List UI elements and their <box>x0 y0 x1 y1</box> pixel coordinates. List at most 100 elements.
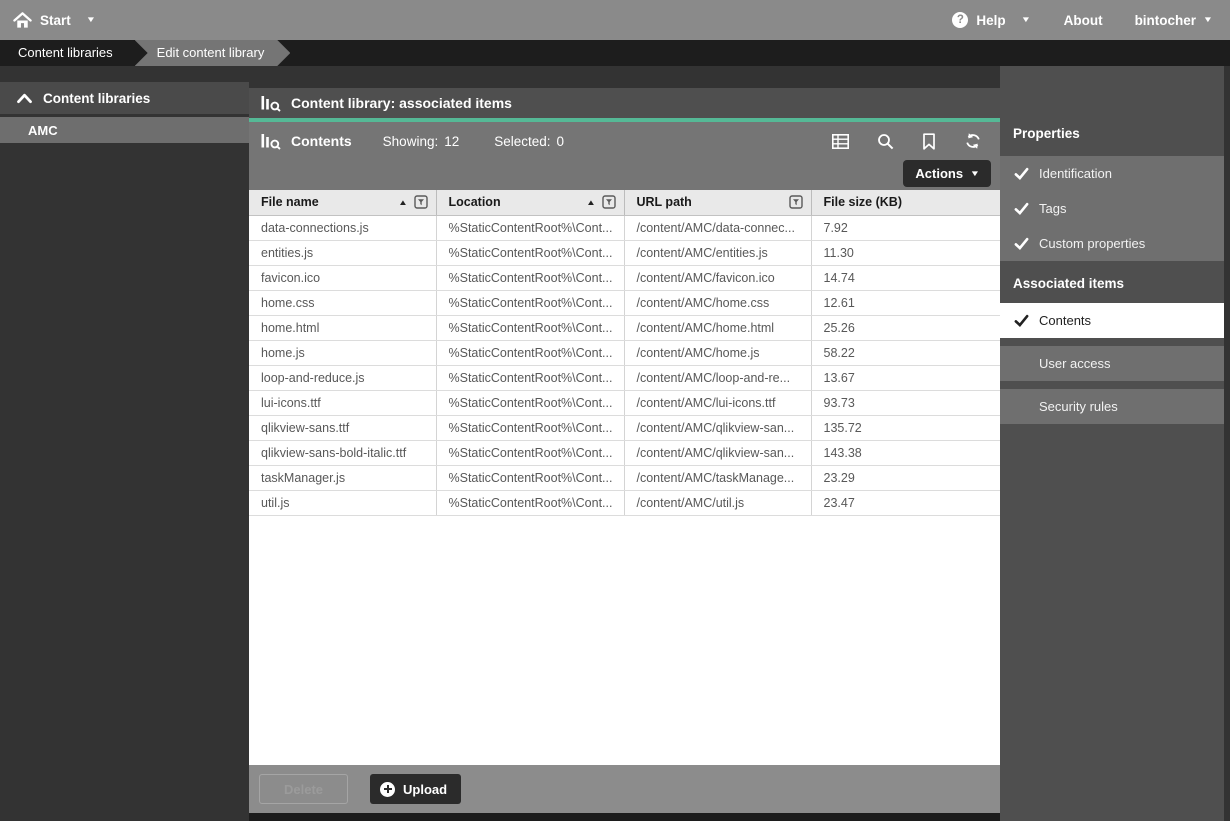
table-cell-file-size[interactable]: 135.72 <box>811 415 1000 440</box>
table-cell-location[interactable]: %StaticContentRoot%\Cont... <box>436 240 624 265</box>
sidebar-item-amc[interactable]: AMC <box>0 117 249 143</box>
table-cell-file-size[interactable]: 58.22 <box>811 340 1000 365</box>
table-row[interactable]: lui-icons.ttf%StaticContentRoot%\Cont...… <box>249 390 1000 415</box>
main-panel: Content library: associated items Conten… <box>249 66 1000 821</box>
table-cell-url-path[interactable]: /content/AMC/lui-icons.ttf <box>624 390 811 415</box>
help-menu[interactable]: ? Help ▼ <box>952 12 1029 28</box>
sidebar-item-security-rules[interactable]: Security rules <box>1000 389 1224 424</box>
user-menu[interactable]: bintocher ▼ <box>1135 13 1212 28</box>
table-row[interactable]: entities.js%StaticContentRoot%\Cont.../c… <box>249 240 1000 265</box>
table-cell-url-path[interactable]: /content/AMC/data-connec... <box>624 215 811 240</box>
table-cell-file-name[interactable]: taskManager.js <box>249 465 436 490</box>
table-cell-file-size[interactable]: 93.73 <box>811 390 1000 415</box>
column-header-location[interactable]: Location ▲ <box>436 190 624 215</box>
table-row[interactable]: loop-and-reduce.js%StaticContentRoot%\Co… <box>249 365 1000 390</box>
table-row[interactable]: taskManager.js%StaticContentRoot%\Cont..… <box>249 465 1000 490</box>
table-row[interactable]: home.js%StaticContentRoot%\Cont.../conte… <box>249 340 1000 365</box>
table-cell-url-path[interactable]: /content/AMC/qlikview-san... <box>624 415 811 440</box>
table-cell-location[interactable]: %StaticContentRoot%\Cont... <box>436 290 624 315</box>
sidebar-item-user-access[interactable]: User access <box>1000 346 1224 381</box>
upload-button[interactable]: Upload <box>370 774 461 804</box>
start-menu[interactable]: Start ▼ <box>0 11 95 29</box>
about-link[interactable]: About <box>1064 13 1103 28</box>
actions-button[interactable]: Actions ▼ <box>903 160 991 187</box>
table-cell-location[interactable]: %StaticContentRoot%\Cont... <box>436 490 624 515</box>
table-cell-file-name[interactable]: lui-icons.ttf <box>249 390 436 415</box>
column-header-file-size[interactable]: File size (KB) <box>811 190 1000 215</box>
table-row[interactable]: home.css%StaticContentRoot%\Cont.../cont… <box>249 290 1000 315</box>
table-cell-file-name[interactable]: qlikview-sans.ttf <box>249 415 436 440</box>
table-cell-location[interactable]: %StaticContentRoot%\Cont... <box>436 340 624 365</box>
table-cell-file-size[interactable]: 11.30 <box>811 240 1000 265</box>
table-cell-url-path[interactable]: /content/AMC/home.js <box>624 340 811 365</box>
table-cell-location[interactable]: %StaticContentRoot%\Cont... <box>436 415 624 440</box>
table-cell-file-name[interactable]: home.html <box>249 315 436 340</box>
table-cell-file-name[interactable]: home.js <box>249 340 436 365</box>
table-cell-location[interactable]: %StaticContentRoot%\Cont... <box>436 440 624 465</box>
sidebar-item-identification[interactable]: Identification <box>1000 156 1224 191</box>
table-cell-file-size[interactable]: 7.92 <box>811 215 1000 240</box>
table-cell-file-name[interactable]: util.js <box>249 490 436 515</box>
table-cell-file-name[interactable]: qlikview-sans-bold-italic.ttf <box>249 440 436 465</box>
showing-count: Showing: 12 <box>383 134 460 149</box>
table-cell-location[interactable]: %StaticContentRoot%\Cont... <box>436 365 624 390</box>
table-cell-file-name[interactable]: home.css <box>249 290 436 315</box>
table-row[interactable]: qlikview-sans-bold-italic.ttf%StaticCont… <box>249 440 1000 465</box>
table-cell-location[interactable]: %StaticContentRoot%\Cont... <box>436 465 624 490</box>
qlik-logo-icon <box>261 95 282 112</box>
selected-count: Selected: 0 <box>494 134 564 149</box>
qlik-logo-icon <box>261 133 282 150</box>
table-header-row: File name ▲ <box>249 190 1000 215</box>
breadcrumb-content-libraries[interactable]: Content libraries <box>0 40 135 66</box>
table-cell-file-name[interactable]: data-connections.js <box>249 215 436 240</box>
table-row[interactable]: favicon.ico%StaticContentRoot%\Cont.../c… <box>249 265 1000 290</box>
table-cell-file-size[interactable]: 25.26 <box>811 315 1000 340</box>
table-cell-file-name[interactable]: loop-and-reduce.js <box>249 365 436 390</box>
plus-icon <box>380 782 395 797</box>
table-row[interactable]: data-connections.js%StaticContentRoot%\C… <box>249 215 1000 240</box>
sidebar-item-custom-properties[interactable]: Custom properties <box>1000 226 1224 261</box>
column-filter-icon[interactable] <box>602 195 616 209</box>
column-filter-icon[interactable] <box>789 195 803 209</box>
table-cell-location[interactable]: %StaticContentRoot%\Cont... <box>436 265 624 290</box>
table-cell-location[interactable]: %StaticContentRoot%\Cont... <box>436 315 624 340</box>
sidebar-item-tags[interactable]: Tags <box>1000 191 1224 226</box>
column-header-url-path[interactable]: URL path <box>624 190 811 215</box>
table-row[interactable]: home.html%StaticContentRoot%\Cont.../con… <box>249 315 1000 340</box>
sidebar-section-content-libraries[interactable]: Content libraries <box>0 82 249 114</box>
sidebar-item-contents[interactable]: Contents <box>1000 303 1224 338</box>
table-cell-file-name[interactable]: entities.js <box>249 240 436 265</box>
bookmark-icon[interactable] <box>922 133 936 150</box>
table-cell-url-path[interactable]: /content/AMC/loop-and-re... <box>624 365 811 390</box>
column-selector-icon[interactable] <box>832 134 849 149</box>
breadcrumb-edit-content-library[interactable]: Edit content library <box>135 40 291 66</box>
table-cell-url-path[interactable]: /content/AMC/taskManage... <box>624 465 811 490</box>
username-label: bintocher <box>1135 13 1197 28</box>
column-filter-icon[interactable] <box>414 195 428 209</box>
refresh-icon[interactable] <box>964 132 982 150</box>
table-cell-file-size[interactable]: 14.74 <box>811 265 1000 290</box>
qmc-screen: Start ▼ ? Help ▼ About bintocher ▼ Conte… <box>0 0 1230 821</box>
table-cell-file-size[interactable]: 23.29 <box>811 465 1000 490</box>
table-cell-url-path[interactable]: /content/AMC/qlikview-san... <box>624 440 811 465</box>
table-cell-location[interactable]: %StaticContentRoot%\Cont... <box>436 390 624 415</box>
table-cell-url-path[interactable]: /content/AMC/entities.js <box>624 240 811 265</box>
table-cell-file-size[interactable]: 13.67 <box>811 365 1000 390</box>
search-icon[interactable] <box>877 133 894 150</box>
table-cell-url-path[interactable]: /content/AMC/home.css <box>624 290 811 315</box>
panel-titlebar: Content library: associated items <box>249 88 1000 118</box>
left-sidebar: Content libraries AMC <box>0 66 249 821</box>
column-header-file-name[interactable]: File name ▲ <box>249 190 436 215</box>
table-row[interactable]: util.js%StaticContentRoot%\Cont.../conte… <box>249 490 1000 515</box>
table-cell-location[interactable]: %StaticContentRoot%\Cont... <box>436 215 624 240</box>
delete-button[interactable]: Delete <box>259 774 348 804</box>
table-cell-file-size[interactable]: 143.38 <box>811 440 1000 465</box>
table-cell-url-path[interactable]: /content/AMC/home.html <box>624 315 811 340</box>
table-cell-file-size[interactable]: 12.61 <box>811 290 1000 315</box>
table-cell-file-name[interactable]: favicon.ico <box>249 265 436 290</box>
table-cell-url-path[interactable]: /content/AMC/util.js <box>624 490 811 515</box>
table-cell-file-size[interactable]: 23.47 <box>811 490 1000 515</box>
table-row[interactable]: qlikview-sans.ttf%StaticContentRoot%\Con… <box>249 415 1000 440</box>
table-cell-url-path[interactable]: /content/AMC/favicon.ico <box>624 265 811 290</box>
topbar-right: ? Help ▼ About bintocher ▼ <box>952 12 1230 28</box>
